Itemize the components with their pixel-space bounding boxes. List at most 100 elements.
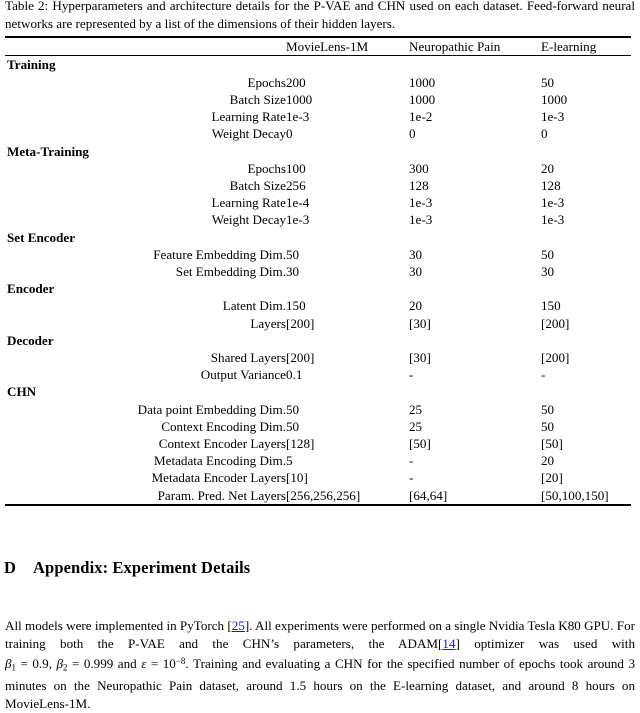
- row-label: Learning Rate: [211, 109, 286, 125]
- table-caption: Table 2: Hyperparameters and architectur…: [5, 0, 635, 31]
- table-section-decoder: Decoder Shared Layers [200] [30] [200] O…: [5, 332, 631, 384]
- row-label: Batch Size: [229, 91, 286, 107]
- hyperparameter-table-container: MovieLens-1M Neuropathic Pain E-learning…: [5, 36, 631, 506]
- cell-neuropathic: 128: [409, 177, 429, 193]
- row-label: Batch Size: [229, 177, 286, 193]
- cell-movielens: 1e-3: [286, 109, 310, 125]
- section-header-row: Set Encoder: [5, 229, 631, 246]
- hyperparameter-table: MovieLens-1M Neuropathic Pain E-learning: [5, 38, 631, 55]
- table-row: Batch Size 1000 1000 1000: [5, 91, 631, 108]
- cell-movielens: 150: [286, 298, 306, 314]
- table-row: Epochs 200 1000 50: [5, 74, 631, 91]
- section-header-row: Decoder: [5, 332, 631, 349]
- citation-link-25[interactable]: 25: [232, 618, 245, 633]
- table-header-group: MovieLens-1M Neuropathic Pain E-learning: [5, 38, 631, 55]
- cell-movielens: 50: [286, 401, 300, 417]
- beta2-value: = 0.999 and: [67, 655, 142, 671]
- cell-neuropathic: 1e-3: [409, 195, 433, 211]
- section-title-encoder: Encoder: [7, 281, 55, 297]
- cell-movielens: 1e-3: [286, 212, 310, 228]
- appendix-heading-text: Appendix: Experiment Details: [33, 558, 251, 577]
- math-epsilon: ε = 10−8: [141, 656, 185, 671]
- cell-neuropathic: 30: [409, 263, 423, 279]
- cell-neuropathic: 0: [409, 126, 416, 142]
- column-header-neuropathic-pain: Neuropathic Pain: [409, 38, 501, 54]
- cell-movielens: [128]: [286, 435, 315, 451]
- cell-elearning: 20: [541, 160, 555, 176]
- appendix-heading: D Appendix: Experiment Details: [4, 558, 250, 578]
- table-row: Feature Embedding Dim. 50 30 50: [5, 246, 631, 263]
- cell-neuropathic: 25: [409, 401, 423, 417]
- cell-movielens: 50: [286, 418, 300, 434]
- cell-neuropathic: 30: [409, 246, 423, 262]
- row-label: Data point Embedding Dim.: [137, 401, 286, 417]
- cell-elearning: 50: [541, 418, 555, 434]
- section-title-decoder: Decoder: [7, 332, 54, 348]
- cell-movielens: [200]: [286, 349, 315, 365]
- table-bottom-rule: [5, 503, 631, 506]
- cell-elearning: 150: [541, 298, 561, 314]
- cell-neuropathic: 1e-3: [409, 212, 433, 228]
- cell-elearning: 30: [541, 263, 555, 279]
- cell-elearning: [50,100,150]: [541, 487, 609, 503]
- cell-neuropathic: -: [409, 367, 414, 383]
- hyperparameter-table-body: Training Epochs 200 1000 50 Batch Size 1…: [5, 56, 631, 503]
- row-label: Weight Decay: [211, 126, 286, 142]
- cell-movielens: 0: [286, 126, 293, 142]
- row-label: Epochs: [247, 74, 286, 90]
- cell-movielens: 200: [286, 74, 306, 90]
- cell-elearning: 1e-3: [541, 195, 565, 211]
- cell-neuropathic: 25: [409, 418, 423, 434]
- table-section-set-encoder: Set Encoder Feature Embedding Dim. 50 30…: [5, 229, 631, 281]
- table-row: Latent Dim. 150 20 150: [5, 297, 631, 314]
- table-section-training: Training Epochs 200 1000 50 Batch Size 1…: [5, 56, 631, 142]
- section-header-row: CHN: [5, 383, 631, 400]
- cell-elearning: [200]: [541, 349, 570, 365]
- section-title-chn: CHN: [7, 384, 37, 400]
- cell-elearning: 1000: [541, 91, 568, 107]
- table-row: Set Embedding Dim. 30 30 30: [5, 263, 631, 280]
- cell-neuropathic: [50]: [409, 435, 431, 451]
- cell-movielens: [200]: [286, 315, 315, 331]
- citation-link-14[interactable]: 14: [442, 636, 455, 651]
- row-label: Layers: [250, 315, 286, 331]
- section-title-training: Training: [7, 57, 56, 73]
- cell-movielens: [256,256,256]: [286, 487, 361, 503]
- table-row: Weight Decay 0 0 0: [5, 125, 631, 142]
- cell-elearning: [200]: [541, 315, 570, 331]
- section-title-set-encoder: Set Encoder: [7, 229, 76, 245]
- row-label: Context Encoding Dim.: [161, 418, 286, 434]
- cell-elearning: 20: [541, 453, 555, 469]
- row-label: Latent Dim.: [222, 298, 286, 314]
- cell-elearning: 0: [541, 126, 548, 142]
- table-section-encoder: Encoder Latent Dim. 150 20 150 Layers [2…: [5, 280, 631, 332]
- table-header-row: MovieLens-1M Neuropathic Pain E-learning: [5, 38, 631, 55]
- table-row: Context Encoder Layers [128] [50] [50]: [5, 435, 631, 452]
- cell-movielens: 1000: [286, 91, 313, 107]
- section-header-row: Meta-Training: [5, 143, 631, 160]
- row-label: Feature Embedding Dim.: [153, 246, 286, 262]
- math-beta2: β2 = 0.999 and: [57, 655, 142, 672]
- table-row: Context Encoding Dim. 50 25 50: [5, 418, 631, 435]
- cell-neuropathic: -: [409, 453, 414, 469]
- cell-elearning: 128: [541, 177, 561, 193]
- cell-neuropathic: 1e-2: [409, 109, 433, 125]
- column-header-movielens: MovieLens-1M: [286, 38, 369, 54]
- section-header-row: Training: [5, 56, 631, 73]
- cell-movielens: 5: [286, 453, 293, 469]
- table-section-meta-training: Meta-Training Epochs 100 300 20 Batch Si…: [5, 143, 631, 229]
- paragraph-part-1: All models were implemented in PyTorch [: [5, 618, 232, 634]
- column-header-blank: [5, 38, 286, 55]
- paragraph-part-3: ] optimizer was used with: [455, 635, 635, 651]
- row-label: Metadata Encoding Dim.: [154, 453, 286, 469]
- cell-neuropathic: -: [409, 470, 414, 486]
- cell-movielens: 1e-4: [286, 195, 310, 211]
- section-title-meta-training: Meta-Training: [7, 143, 89, 159]
- row-label: Set Embedding Dim.: [175, 263, 286, 279]
- cell-elearning: 50: [541, 246, 555, 262]
- row-label: Epochs: [247, 160, 286, 176]
- appendix-section-number: D: [4, 558, 17, 577]
- cell-neuropathic: [30]: [409, 349, 431, 365]
- table-row: Shared Layers [200] [30] [200]: [5, 349, 631, 366]
- cell-movielens: 100: [286, 160, 306, 176]
